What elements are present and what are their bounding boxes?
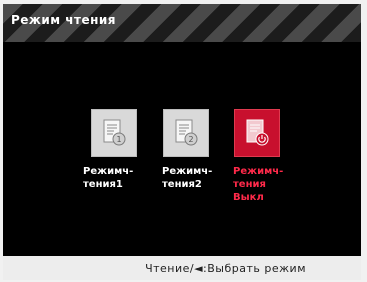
reading-mode-off-button[interactable] bbox=[234, 109, 280, 157]
reading-mode-2-button[interactable]: 2 bbox=[163, 109, 209, 157]
status-bar: Чтение/◄:Выбрать режим bbox=[3, 256, 361, 280]
document-2-icon: 2 bbox=[175, 119, 198, 146]
title-bar: Режим чтения bbox=[3, 4, 361, 42]
svg-text:1: 1 bbox=[116, 135, 121, 144]
reading-mode-off-label: Режимч- тения Выкл bbox=[233, 166, 284, 203]
svg-text:2: 2 bbox=[188, 135, 193, 144]
reading-mode-1-label: Режимч- тения1 bbox=[83, 166, 134, 190]
reading-mode-1-button[interactable]: 1 bbox=[91, 109, 137, 157]
osd-menu: Режим чтения 1 Режимч- тения1 2 Режимч- … bbox=[3, 4, 361, 256]
reading-mode-2-label: Режимч- тения2 bbox=[162, 166, 213, 190]
document-power-icon bbox=[246, 119, 269, 146]
document-1-icon: 1 bbox=[103, 119, 126, 146]
menu-title: Режим чтения bbox=[11, 13, 117, 27]
navigation-hint: Чтение/◄:Выбрать режим bbox=[145, 262, 306, 275]
